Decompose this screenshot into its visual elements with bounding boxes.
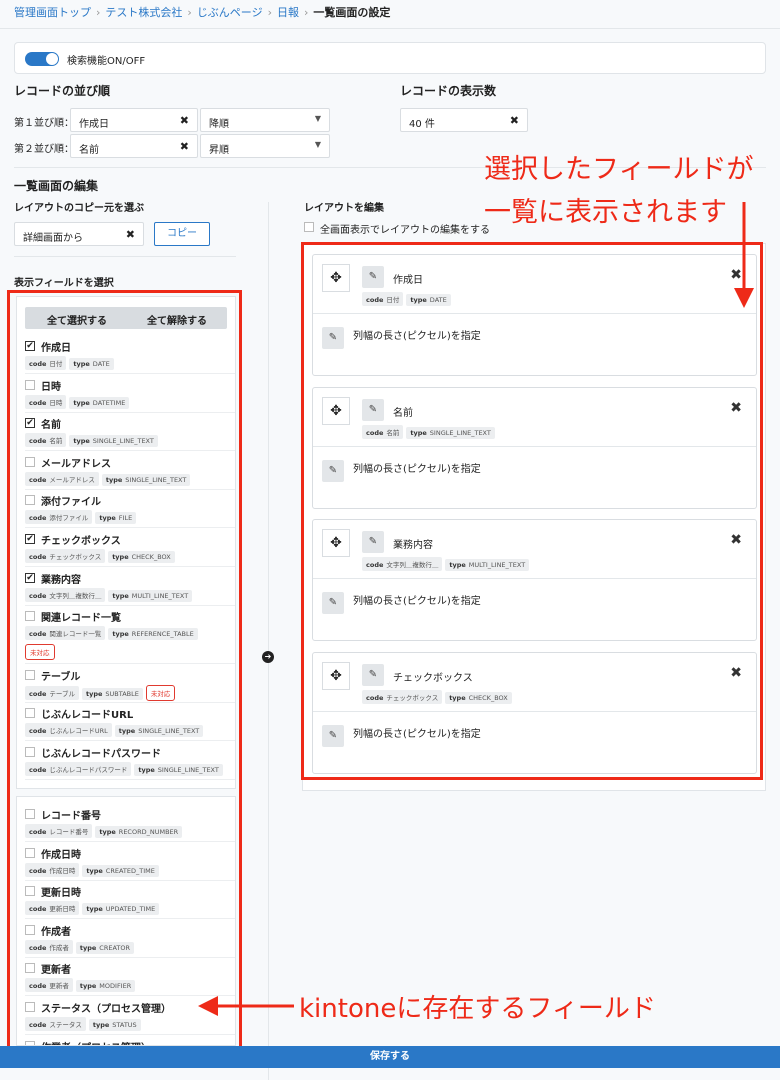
sort2-label: 第２並び順： xyxy=(14,144,74,155)
sort1-field-select[interactable]: 作成日 ✖ xyxy=(70,108,198,132)
annotation-text: kintoneに存在するフィールド xyxy=(299,994,656,1024)
sort1-field-value: 作成日 xyxy=(79,119,109,130)
layout-edit-title: レイアウトを編集 xyxy=(304,203,384,214)
list-edit-title: 一覧画面の編集 xyxy=(14,179,99,193)
clear-icon[interactable]: ✖ xyxy=(180,114,189,127)
search-toggle-card: 検索機能ON/OFF xyxy=(14,42,766,74)
clear-icon[interactable]: ✖ xyxy=(510,114,519,127)
sort2-order-select[interactable]: 昇順 ▼ xyxy=(200,134,330,158)
sort2-field-select[interactable]: 名前 ✖ xyxy=(70,134,198,158)
sort2-order-value: 昇順 xyxy=(209,145,229,156)
annotation-text: 一覧に表示されます xyxy=(484,197,727,228)
breadcrumb-link[interactable]: 日報 xyxy=(277,6,299,19)
chevron-right-icon: › xyxy=(96,6,101,19)
clear-icon[interactable]: ✖ xyxy=(180,140,189,153)
chevron-right-icon: › xyxy=(267,6,272,19)
fullscreen-checkbox[interactable] xyxy=(304,222,314,232)
left-divider xyxy=(14,256,236,257)
sort1-order-select[interactable]: 降順 ▼ xyxy=(200,108,330,132)
sort-section-title: レコードの並び順 xyxy=(14,84,111,98)
clear-icon[interactable]: ✖ xyxy=(126,228,135,241)
fullscreen-label: 全画面表示でレイアウトの編集をする xyxy=(320,225,490,236)
copy-source-value: 詳細画面から xyxy=(23,233,83,244)
select-fields-label: 表示フィールドを選択 xyxy=(14,278,114,289)
save-button[interactable]: 保存する xyxy=(0,1046,780,1068)
arrow-down-icon xyxy=(734,202,754,308)
arrow-left-icon xyxy=(198,996,294,1016)
breadcrumb: 管理画面トップ › テスト株式会社 › じぶんページ › 日報 › 一覧画面の設定 xyxy=(14,4,390,20)
annotation-box-right xyxy=(301,242,763,780)
copy-source-label: レイアウトのコピー元を選ぶ xyxy=(14,203,144,214)
breadcrumb-link[interactable]: じぶんページ xyxy=(197,6,263,19)
page-title: 一覧画面の設定 xyxy=(313,6,391,19)
copy-button[interactable]: コピー xyxy=(154,222,210,246)
copy-source-select[interactable]: 詳細画面から ✖ xyxy=(14,222,144,246)
column-divider xyxy=(268,202,269,1080)
sort1-label: 第１並び順： xyxy=(14,118,74,129)
search-toggle-label: 検索機能ON/OFF xyxy=(67,56,146,67)
chevron-right-icon: › xyxy=(304,6,309,19)
annotation-box-left xyxy=(7,290,242,1053)
arrow-right-circle-icon: ➔ xyxy=(262,651,274,663)
breadcrumb-link[interactable]: テスト株式会社 xyxy=(105,6,182,19)
annotation-text: 選択したフィールドが xyxy=(484,154,754,185)
sort1-order-value: 降順 xyxy=(209,119,229,130)
caret-down-icon: ▼ xyxy=(314,114,321,123)
search-toggle[interactable] xyxy=(25,52,59,66)
display-count-value: 40 件 xyxy=(409,119,435,130)
chevron-right-icon: › xyxy=(187,6,192,19)
toggle-knob xyxy=(46,53,58,65)
caret-down-icon: ▼ xyxy=(314,140,321,149)
display-count-title: レコードの表示数 xyxy=(400,84,497,98)
sort2-field-value: 名前 xyxy=(79,145,99,156)
display-count-select[interactable]: 40 件 ✖ xyxy=(400,108,528,132)
breadcrumb-link[interactable]: 管理画面トップ xyxy=(14,6,91,19)
header-divider xyxy=(0,28,780,29)
